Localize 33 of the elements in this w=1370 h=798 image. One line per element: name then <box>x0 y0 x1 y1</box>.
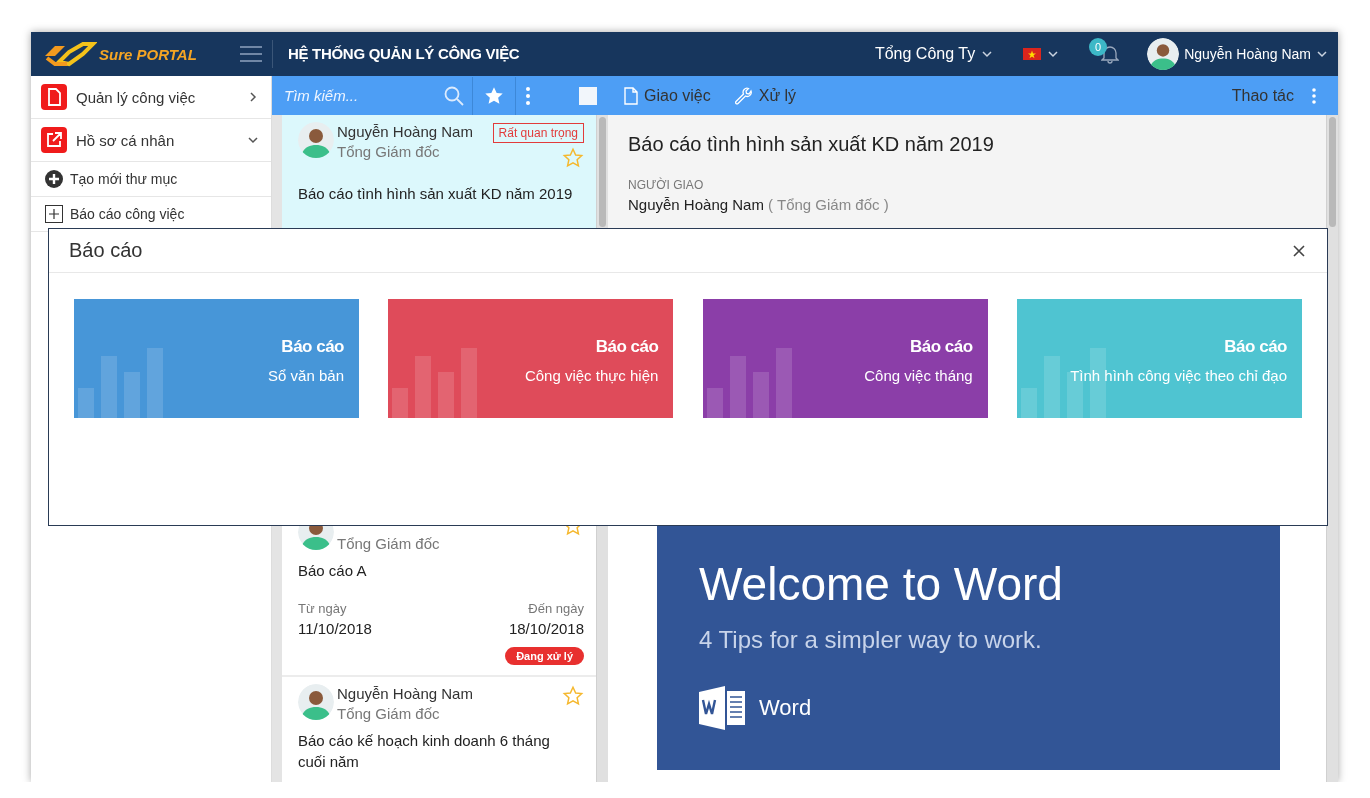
tile-subtitle: Tình hình công việc theo chỉ đạo <box>1069 367 1287 384</box>
notification-count: 0 <box>1089 38 1108 56</box>
priority-badge: Rất quan trọng <box>492 123 584 143</box>
task-subject: Báo cáo A <box>298 561 368 581</box>
document-heading: Welcome to Word <box>699 557 1064 612</box>
status-badge: Đang xử lý <box>505 647 584 665</box>
app-title: HỆ THỐNG QUẢN LÝ CÔNG VIỆC <box>272 40 520 68</box>
tile-title: Báo cáo <box>594 337 659 357</box>
date-label: Đến ngày <box>527 601 584 616</box>
task-subject: Báo cáo tình hình sản xuất KD năm 2019 <box>298 184 574 204</box>
date-value: 11/10/2018 <box>298 620 372 637</box>
field-label: NGƯỜI GIAO <box>628 178 705 192</box>
user-name: Nguyễn Hoàng Nam <box>1184 46 1311 62</box>
person-name: Nguyễn Hoàng Nam <box>337 122 474 142</box>
person-title: Tổng Giám đốc <box>337 534 441 554</box>
tile-subtitle: Công việc thực hiện <box>523 367 659 384</box>
assigner-text: Nguyễn Hoàng Nam ( Tổng Giám đốc ) <box>628 196 890 213</box>
tile-subtitle: Công việc tháng <box>863 367 973 384</box>
person-title: Tổng Giám đốc <box>337 142 441 162</box>
task-subject: Báo cáo kế hoạch kinh doanh 6 tháng cuối năm <box>298 731 551 772</box>
date-label: Từ ngày <box>298 601 348 616</box>
dialog-title: Báo cáo <box>69 239 143 262</box>
person-title: Tổng Giám đốc <box>337 704 441 724</box>
tile-title: Báo cáo <box>909 337 973 357</box>
tile-title: Báo cáo <box>1223 337 1287 357</box>
logo-text: Sure PORTAL <box>99 45 197 63</box>
date-value: 18/10/2018 <box>508 620 584 637</box>
app-name: Word <box>759 695 812 721</box>
tile-subtitle: Sổ văn bản <box>267 367 344 384</box>
task-title: Báo cáo tình hình sản xuất KD năm 2019 <box>628 133 995 156</box>
person-name: Nguyễn Hoàng Nam <box>337 684 474 704</box>
document-subheading: 4 Tips for a simpler way to work. <box>699 626 1043 654</box>
tile-title: Báo cáo <box>280 337 344 357</box>
